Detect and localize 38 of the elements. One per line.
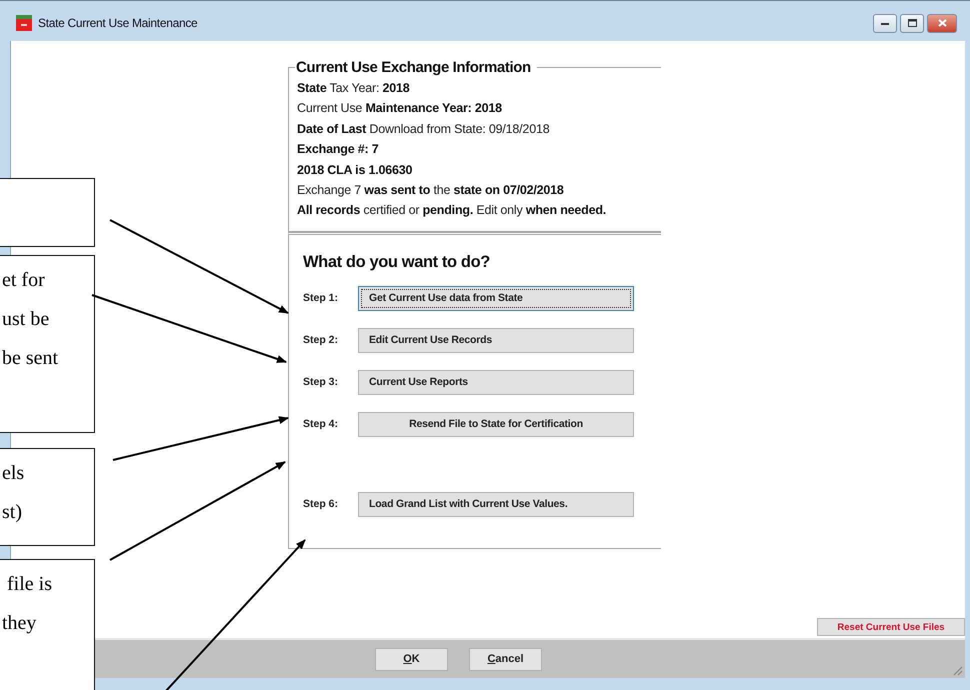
step-label: Step 1: — [303, 292, 340, 304]
callout-text: file is — [6, 572, 53, 597]
step-button[interactable]: Current Use Reports — [358, 370, 634, 395]
callout-text: st) — [2, 500, 23, 525]
section-heading: What do you want to do? — [303, 252, 491, 272]
step-button[interactable]: Load Grand List with Current Use Values. — [358, 492, 634, 517]
info-line: Current Use Maintenance Year: 2018 — [297, 100, 503, 118]
callout-text: they — [2, 611, 38, 636]
maximize-icon — [908, 19, 916, 27]
info-line: State Tax Year: 2018 — [297, 80, 411, 97]
info-line: Date of Last Download from State: 09/18/2018 — [297, 120, 550, 138]
callout-text: et for — [2, 268, 46, 293]
close-icon — [938, 19, 946, 27]
window-title: State Current Use Maintenance — [38, 16, 198, 30]
info-line: Exchange 7 was sent to the state on 07/02/2018 — [297, 182, 565, 200]
maximize-button[interactable] — [900, 14, 924, 32]
reset-button[interactable]: Reset Current Use Files — [817, 618, 965, 636]
callout-text: be sent — [2, 346, 60, 371]
step-label: Step 2: — [303, 334, 340, 346]
callout-text: els — [2, 461, 26, 486]
step-button[interactable]: Get Current Use data from State — [358, 286, 634, 311]
resize-grip-icon — [951, 664, 963, 676]
dialog-button[interactable]: OK — [375, 648, 448, 670]
info-line: All records certified or pending. Edit only when needed. — [297, 202, 608, 220]
close-button[interactable] — [927, 14, 957, 32]
step-label: Step 3: — [303, 376, 340, 388]
minimize-button[interactable] — [873, 14, 897, 32]
step-label: Step 4: — [303, 418, 340, 430]
info-line: 2018 CLA is 1.06630 — [297, 162, 414, 179]
group-title: Current Use Exchange Information — [295, 59, 532, 76]
step-label: Step 6: — [303, 498, 340, 510]
step-button[interactable]: Edit Current Use Records — [358, 328, 634, 353]
callout-text: ust be — [2, 307, 50, 332]
app-icon — [16, 15, 32, 31]
info-line: Exchange #: 7 — [297, 141, 380, 158]
dialog-button[interactable]: Cancel — [469, 648, 542, 670]
minimize-icon — [881, 22, 889, 24]
step-button[interactable]: Resend File to State for Certification — [358, 412, 634, 437]
